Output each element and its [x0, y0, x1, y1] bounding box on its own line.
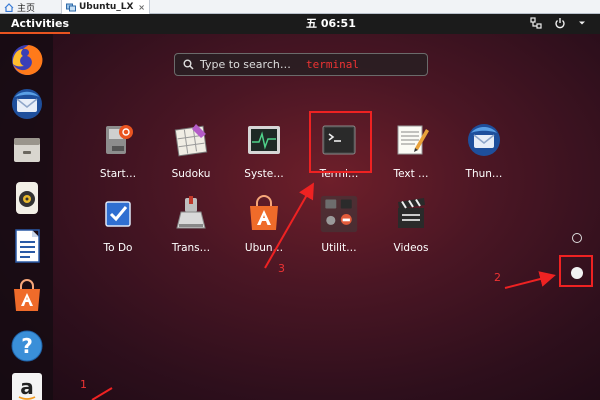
annotation-number-2: 2: [494, 271, 501, 284]
annotation-arrow-3: [264, 182, 314, 269]
annotation-number-1: 1: [80, 378, 87, 391]
annotation-arrow-1: [91, 387, 113, 400]
annotation-number-3: 3: [278, 262, 285, 275]
annotation-arrow-2: [504, 271, 556, 289]
annotation-arrows: [91, 182, 556, 400]
